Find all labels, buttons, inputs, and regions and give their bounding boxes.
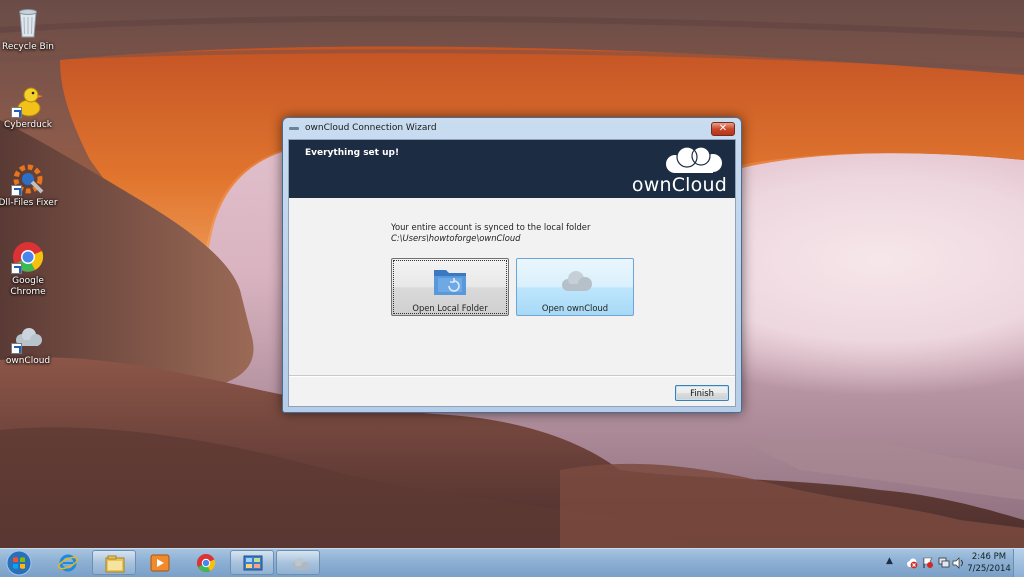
local-folder-path: C:\Users\howtoforge\ownCloud [391,233,521,243]
start-button[interactable] [4,550,34,576]
open-owncloud-label: Open ownCloud [541,303,609,313]
clock-date: 7/25/2014 [967,564,1011,574]
window-titlebar[interactable]: ownCloud Connection Wizard ✕ [283,118,741,138]
shortcut-arrow-icon [11,343,22,354]
owncloud-icon [292,558,309,570]
taskbar-google-chrome[interactable] [184,550,228,575]
taskbar-owncloud[interactable] [276,550,320,575]
owncloud-logo-icon [666,146,722,173]
shortcut-arrow-icon [11,107,22,118]
desktop-icon-label: Dll-Files Fixer [0,198,58,208]
taskbar-control-panel[interactable] [230,550,274,575]
folder-icon [434,270,466,295]
finish-button[interactable]: Finish [675,385,729,401]
file-explorer-icon [105,555,125,573]
system-tray: ▲ 2:46 PM 7/25/2014 [876,549,1024,577]
recycle-bin-icon [11,6,45,40]
owncloud-error-icon[interactable] [906,557,918,569]
wizard-heading: Everything set up! [305,148,400,158]
taskbar-file-explorer[interactable] [92,550,136,575]
open-owncloud-button[interactable]: Open ownCloud [516,258,634,316]
action-center-flag-icon[interactable] [922,557,934,569]
desktop-icon-recycle-bin[interactable]: Recycle Bin [0,6,60,53]
sync-status-message: Your entire account is synced to the loc… [391,222,621,244]
owncloud-icon [562,271,592,291]
clock-time: 2:46 PM [971,552,1007,562]
taskbar: ▲ 2:46 PM 7/25/2014 [0,548,1024,577]
sync-message-text: Your entire account is synced to the loc… [391,222,591,232]
window-title: ownCloud Connection Wizard [305,123,437,133]
internet-explorer-icon [58,554,78,572]
open-local-folder-label: Open Local Folder [412,303,488,313]
desktop-icon-dll-files-fixer[interactable]: Dll-Files Fixer [0,162,60,209]
desktop-icon-label: Google Chrome [10,276,46,297]
taskbar-internet-explorer[interactable] [46,550,90,575]
show-desktop-button[interactable] [1013,549,1024,577]
windows-start-icon [6,550,32,576]
desktop-icon-label: Cyberduck [4,120,52,130]
desktop-icon-label: Recycle Bin [2,42,54,52]
dll-files-fixer-icon [11,162,45,196]
network-icon[interactable] [938,557,950,569]
chrome-icon [197,554,216,572]
control-panel-icon [243,555,263,571]
media-player-icon [150,554,170,572]
desktop-icon-google-chrome[interactable]: Google Chrome [0,240,60,298]
owncloud-brand-text: ownCloud [631,174,727,196]
close-button[interactable]: ✕ [711,122,735,136]
show-hidden-icons-chevron-icon[interactable]: ▲ [886,556,893,566]
cyberduck-icon [11,84,45,118]
footer-separator [289,375,735,377]
clock[interactable]: 2:46 PM 7/25/2014 [964,551,1014,575]
taskbar-media-player[interactable] [138,550,182,575]
desktop-icon-owncloud[interactable]: ownCloud [0,320,60,367]
volume-icon[interactable] [952,557,964,569]
owncloud-icon [11,320,45,354]
shortcut-arrow-icon [11,185,22,196]
chrome-icon [11,240,45,274]
open-local-folder-button[interactable]: Open Local Folder [391,258,509,316]
window-system-menu-icon[interactable] [289,127,299,130]
desktop-icon-label: ownCloud [5,356,51,366]
close-icon: ✕ [718,123,728,134]
wizard-header-banner: Everything set up! ownCloud [289,140,735,198]
owncloud-connection-wizard-window[interactable]: ownCloud Connection Wizard ✕ Everything … [282,117,742,413]
shortcut-arrow-icon [11,263,22,274]
wizard-content: Everything set up! ownCloud Your entire … [288,139,736,407]
desktop-icon-cyberduck[interactable]: Cyberduck [0,84,60,131]
